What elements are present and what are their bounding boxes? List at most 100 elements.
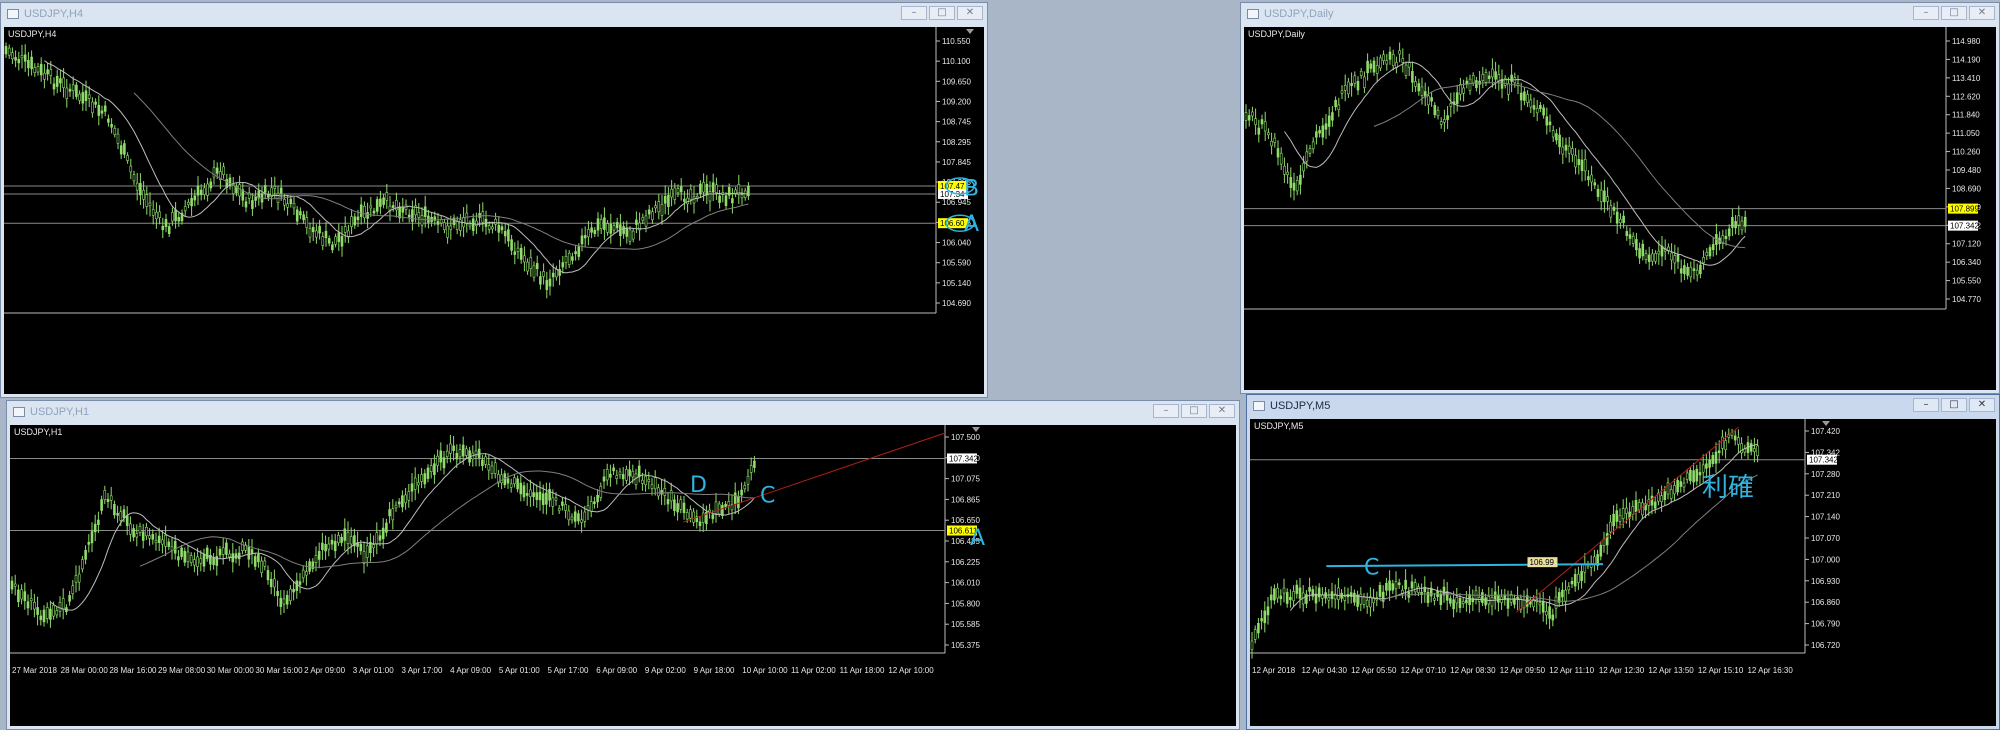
candle-body bbox=[1554, 596, 1558, 609]
candle-body bbox=[221, 547, 225, 555]
candle-body bbox=[1410, 581, 1414, 589]
candle-body bbox=[1404, 64, 1408, 76]
candle-body bbox=[426, 467, 430, 479]
window-titlebar[interactable]: USDJPY,H1 – □ ✕ bbox=[7, 401, 1239, 423]
price-chart-daily[interactable]: 114.980 114.190 113.410 112.620 111.840 111.0… bbox=[1244, 27, 1996, 390]
candle-body bbox=[113, 128, 117, 135]
window-titlebar[interactable]: USDJPY,Daily – □ ✕ bbox=[1241, 3, 1999, 25]
candle-body bbox=[372, 210, 376, 214]
chart-window-h4[interactable]: USDJPY,H4 – □ ✕ 110.550 110.100 109.650 109… bbox=[0, 2, 988, 398]
candle-body bbox=[423, 473, 427, 485]
time-axis-label: 9 Apr 02:00 bbox=[645, 666, 686, 675]
candle-body bbox=[295, 209, 299, 222]
price-chart-m5[interactable]: 107.420 107.342 107.280 107.210 107.140 107.0… bbox=[1250, 419, 1996, 726]
time-axis-label: 12 Apr 2018 bbox=[1252, 666, 1296, 675]
maximize-button[interactable]: □ bbox=[929, 6, 955, 20]
candle-body bbox=[116, 133, 120, 144]
candle-body bbox=[1266, 606, 1270, 616]
chart-canvas[interactable]: 114.980 114.190 113.410 112.620 111.840 111.0… bbox=[1244, 27, 1996, 390]
candle-body bbox=[17, 59, 21, 64]
candle-body bbox=[222, 166, 225, 175]
candle-body bbox=[465, 212, 469, 225]
close-button[interactable]: ✕ bbox=[1969, 398, 1995, 412]
chart-canvas[interactable]: 107.420 107.342 107.280 107.210 107.140 107.0… bbox=[1250, 419, 1996, 726]
candle-body bbox=[477, 448, 481, 459]
candle-body bbox=[87, 94, 91, 99]
candle-body bbox=[1724, 235, 1728, 240]
price-axis-label: 105.800 bbox=[951, 599, 980, 608]
candle-body bbox=[465, 448, 468, 456]
candle-body bbox=[1609, 205, 1613, 218]
close-button[interactable]: ✕ bbox=[1969, 6, 1995, 20]
chart-window-h1[interactable]: USDJPY,H1 – □ ✕ 107.500107.290107.075106… bbox=[6, 400, 1240, 730]
minimize-button[interactable]: – bbox=[1913, 398, 1939, 412]
candle-body bbox=[1587, 176, 1590, 181]
candle-body bbox=[87, 541, 91, 545]
chevron-down-icon[interactable] bbox=[1822, 421, 1830, 426]
candle-body bbox=[1253, 629, 1257, 640]
candle-body bbox=[174, 209, 177, 222]
candle-body bbox=[1462, 87, 1465, 94]
candle-body bbox=[1599, 544, 1603, 557]
candle-body bbox=[580, 235, 584, 245]
candle-body bbox=[1365, 599, 1369, 607]
price-marker-label: 106.60 bbox=[940, 219, 965, 228]
chevron-down-icon[interactable] bbox=[966, 29, 974, 34]
candle-body bbox=[250, 549, 254, 554]
candle-body bbox=[1446, 115, 1449, 120]
price-chart-h1[interactable]: 107.500107.290107.075106.865106.650106.4… bbox=[10, 425, 1236, 726]
price-axis-label: 109.200 bbox=[942, 97, 971, 106]
maximize-button[interactable]: □ bbox=[1941, 6, 1967, 20]
close-button[interactable]: ✕ bbox=[1209, 404, 1235, 418]
candle-body bbox=[148, 202, 152, 207]
candle-body bbox=[1605, 533, 1609, 546]
candle-body bbox=[491, 226, 494, 230]
candle-body bbox=[749, 465, 753, 473]
candle-body bbox=[90, 531, 94, 544]
window-titlebar[interactable]: USDJPY,H4 – □ ✕ bbox=[1, 3, 987, 25]
candle-body bbox=[78, 93, 81, 101]
price-axis-label: 108.745 bbox=[942, 118, 971, 127]
candle-body bbox=[375, 199, 379, 212]
candle-body bbox=[1468, 594, 1471, 606]
chart-canvas[interactable]: 110.550 110.100 109.650 109.200 108.745 108.2… bbox=[4, 27, 984, 394]
window-titlebar[interactable]: USDJPY,M5 – □ ✕ bbox=[1247, 395, 1999, 417]
chart-window-m5[interactable]: USDJPY,M5 – □ ✕ 107.420 107.342 107.280 107… bbox=[1246, 394, 2000, 730]
close-button[interactable]: ✕ bbox=[957, 6, 983, 20]
candle-body bbox=[455, 220, 459, 230]
chart-window-daily[interactable]: USDJPY,Daily – □ ✕ 114.980 114.190 113.410… bbox=[1240, 2, 2000, 394]
candle-body bbox=[449, 225, 453, 230]
candle-body bbox=[1385, 582, 1388, 591]
time-axis-label: 30 Mar 00:00 bbox=[207, 666, 255, 675]
candle-body bbox=[1689, 469, 1692, 482]
minimize-button[interactable]: – bbox=[901, 6, 927, 20]
chart-canvas[interactable]: 107.500107.290107.075106.865106.650106.4… bbox=[10, 425, 1236, 726]
candle-body bbox=[596, 218, 600, 231]
candle-body bbox=[740, 489, 743, 496]
time-axis-label: 12 Apr 08:30 bbox=[1450, 666, 1496, 675]
candle-body bbox=[497, 224, 501, 233]
minimize-button[interactable]: – bbox=[1153, 404, 1179, 418]
maximize-button[interactable]: □ bbox=[1181, 404, 1207, 418]
candle-body bbox=[318, 225, 321, 234]
candle-body bbox=[365, 545, 369, 558]
candle-body bbox=[27, 60, 30, 69]
candle-body bbox=[410, 483, 414, 492]
candle-body bbox=[1247, 115, 1251, 121]
candle-body bbox=[1359, 70, 1363, 76]
candle-body bbox=[106, 498, 110, 502]
candle-body bbox=[494, 218, 497, 225]
candle-body bbox=[1529, 99, 1533, 108]
candle-body bbox=[698, 521, 702, 526]
candle-body bbox=[1596, 188, 1600, 197]
candle-body bbox=[1413, 582, 1417, 593]
price-chart-h4[interactable]: 110.550 110.100 109.650 109.200 108.745 108.2… bbox=[4, 27, 984, 394]
minimize-button[interactable]: – bbox=[1913, 6, 1939, 20]
chevron-down-icon[interactable] bbox=[972, 427, 980, 432]
candle-body bbox=[93, 523, 97, 533]
maximize-button[interactable]: □ bbox=[1941, 398, 1967, 412]
candle-body bbox=[193, 559, 196, 566]
candle-body bbox=[1481, 592, 1484, 603]
candle-body bbox=[714, 501, 718, 514]
candle-body bbox=[289, 198, 293, 204]
